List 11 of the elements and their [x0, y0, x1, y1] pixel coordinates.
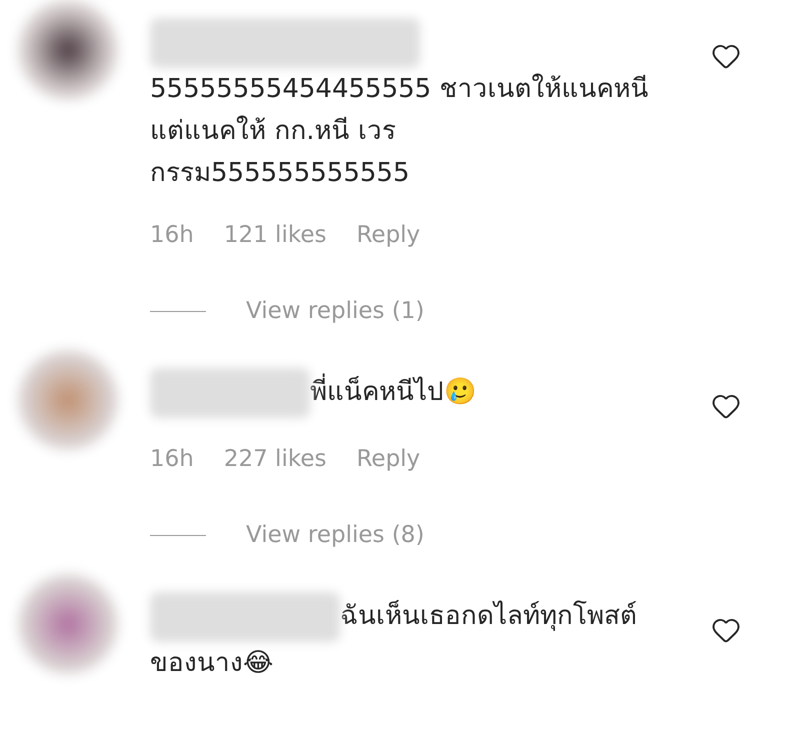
like-count: 121 likes [224, 222, 326, 248]
comment-time: 16h [150, 446, 194, 472]
comment-text: 55555555454455555 ชาวเนตให้แนคหนี แต่แนคให้ กก.หนี เวรกรรม555555555555 [150, 18, 650, 194]
view-replies-button[interactable]: View replies (8) [246, 522, 424, 548]
reply-button[interactable]: Reply [356, 446, 420, 472]
comment-time: 16h [150, 222, 194, 248]
comment-text: ฉันเห็นเธอกดไลท์ทุกโพสต์ของนาง😂 [150, 592, 650, 684]
like-count: 227 likes [224, 446, 326, 472]
view-replies-button[interactable]: View replies (1) [246, 298, 424, 324]
reply-button[interactable]: Reply [356, 222, 420, 248]
comment-text: พี่แน็คหนีไป🥲 [150, 368, 650, 418]
